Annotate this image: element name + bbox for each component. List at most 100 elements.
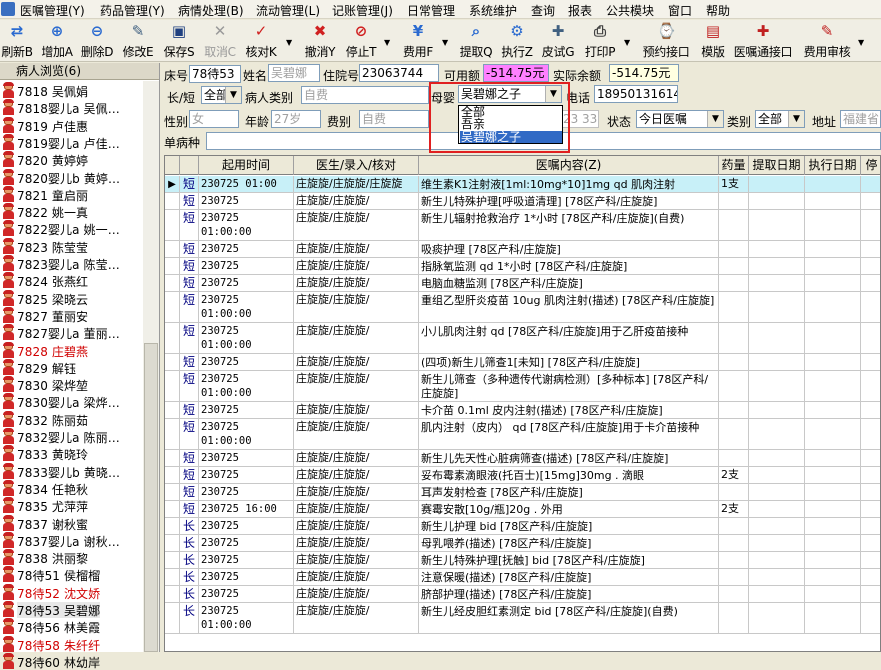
table-row[interactable]: 长230725 01:00:00庄旋旋/庄旋旋/母乳喂养(描述) [78区产科/… bbox=[165, 535, 880, 552]
patient-list-item[interactable]: 7830婴儿a 梁烨… bbox=[0, 392, 143, 410]
header-extract-date[interactable]: 提取日期 bbox=[749, 156, 805, 175]
table-row[interactable]: 短230725 01:00:00庄旋旋/庄旋旋/吸痰护理 [78区产科/庄旋旋] bbox=[165, 241, 880, 258]
patient-list-item[interactable]: 78待56 林美霞 bbox=[0, 617, 143, 635]
execute-button[interactable]: ⚙ 执行Z bbox=[500, 21, 534, 61]
patient-list-item[interactable]: 7822 姚一真 bbox=[0, 202, 143, 220]
header-order-content[interactable]: 医嘱内容(Z) bbox=[419, 156, 719, 175]
patient-list-item[interactable]: 78待58 朱纤纤 bbox=[0, 635, 143, 653]
chevron-down-icon[interactable]: ▼ bbox=[707, 111, 723, 127]
patient-list-item[interactable]: 7822婴儿a 姚一… bbox=[0, 219, 143, 237]
menu-window[interactable]: 窗口 bbox=[668, 2, 692, 19]
patient-list-item[interactable]: 7819婴儿a 卢佳… bbox=[0, 133, 143, 151]
table-row[interactable]: 短 230725 01:00:00 庄旋旋/庄旋旋/新生儿辐射抢救治疗 1*小时 [… bbox=[165, 210, 880, 241]
patient-list-item[interactable]: 7823婴儿a 陈莹… bbox=[0, 254, 143, 272]
extract-button[interactable]: ⌕ 提取Q bbox=[458, 21, 494, 61]
patient-list-item[interactable]: 7818 吴佩娟 bbox=[0, 81, 143, 99]
table-row[interactable]: 短230725 01:00:00庄旋旋/庄旋旋/电脑血糖监测 [78区产科/庄旋… bbox=[165, 275, 880, 292]
patient-list-item[interactable]: 7833婴儿b 黄晓… bbox=[0, 462, 143, 480]
patient-list-item[interactable]: 7825 梁晓云 bbox=[0, 289, 143, 307]
patient-list-item[interactable]: 7837 谢秋蜜 bbox=[0, 514, 143, 532]
patient-list-item[interactable]: 7820 黄婷婷 bbox=[0, 150, 143, 168]
menu-query[interactable]: 查询 bbox=[531, 2, 555, 19]
table-row[interactable]: 短 230725 01:00:00 庄旋旋/庄旋旋/肌内注射（皮内） qd [78区… bbox=[165, 419, 880, 450]
gender-field[interactable]: 女 bbox=[189, 110, 239, 128]
fee-button[interactable]: ¥ 费用F bbox=[400, 21, 436, 61]
patient-list-item[interactable]: 7832婴儿a 陈丽… bbox=[0, 427, 143, 445]
delete-button[interactable]: ⊖ 删除D bbox=[80, 21, 114, 61]
table-row[interactable]: 长 230725 01:00:00 庄旋旋/庄旋旋/新生儿经皮胆红素测定 bid [… bbox=[165, 603, 880, 634]
menu-daily-management[interactable]: 日常管理 bbox=[407, 2, 455, 19]
table-row[interactable]: 短 230725 16:00 庄旋旋/庄旋旋/赛霉安散[10g/瓶]20g . 外用… bbox=[165, 501, 880, 518]
table-row[interactable]: 短230725 01:00:00庄旋旋/庄旋旋/卡介苗 0.1ml 皮内注射(描… bbox=[165, 402, 880, 419]
table-row[interactable]: 短230725 01:00:00庄旋旋/庄旋旋/指脉氧监测 qd 1*小时 [7… bbox=[165, 258, 880, 275]
chevron-down-icon[interactable]: ▼ bbox=[788, 111, 804, 127]
table-row[interactable]: 短 230725 01:00:00 庄旋旋/庄旋旋/重组乙型肝炎疫苗 10ug 肌肉… bbox=[165, 292, 880, 323]
table-row[interactable]: 长230725 01:00:00庄旋旋/庄旋旋/注意保暖(描述) [78区产科/… bbox=[165, 569, 880, 586]
menu-help[interactable]: 帮助 bbox=[706, 2, 730, 19]
menu-flow-management[interactable]: 流动管理(L) bbox=[256, 2, 320, 19]
menu-drug-management[interactable]: 药品管理(Y) bbox=[100, 2, 165, 19]
patient-list-item[interactable]: 7828 庄碧燕 bbox=[0, 341, 143, 359]
order-interface-button[interactable]: ✚ 医嘱通接口 bbox=[732, 21, 794, 61]
patient-list-item[interactable]: 78待51 侯榴榴 bbox=[0, 565, 143, 583]
table-row[interactable]: 短230725 01:00:00庄旋旋/庄旋旋/新生儿先天性心脏病筛查(描述) … bbox=[165, 450, 880, 467]
check-button[interactable]: ✓ 核对K bbox=[244, 21, 278, 61]
header-quantity[interactable]: 药量 bbox=[719, 156, 749, 175]
header-start-time[interactable]: 起用时间 bbox=[199, 156, 294, 175]
fee-audit-button[interactable]: ✎ 费用审核 bbox=[800, 21, 854, 61]
chevron-down-icon[interactable]: ▼ bbox=[225, 87, 241, 103]
patient-list-item[interactable]: 7833 黄晓玲 bbox=[0, 444, 143, 462]
print-dropdown-arrow[interactable]: ▼ bbox=[624, 38, 630, 47]
table-row[interactable]: 长230725 01:00:00庄旋旋/庄旋旋/脐部护理(描述) [78区产科/… bbox=[165, 586, 880, 603]
table-row[interactable]: 长230725 01:00:00庄旋旋/庄旋旋/新生儿特殊护理[抚触] bid … bbox=[165, 552, 880, 569]
header-stop[interactable]: 停 bbox=[861, 156, 880, 175]
patient-list-item[interactable]: 7837婴儿a 谢秋… bbox=[0, 531, 143, 549]
patient-list-item[interactable]: 7821 童启丽 bbox=[0, 185, 143, 203]
long-short-select[interactable]: 全部 ▼ bbox=[201, 86, 242, 104]
menu-system-maintenance[interactable]: 系统维护 bbox=[469, 2, 517, 19]
patient-list-item[interactable]: 7827婴儿a 董丽… bbox=[0, 323, 143, 341]
patient-list-item[interactable]: 7827 董丽安 bbox=[0, 306, 143, 324]
table-row[interactable]: 短 230725 01:00:00 庄旋旋/庄旋旋/新生儿筛查（多种遗传代谢病检测）… bbox=[165, 371, 880, 402]
stop-dropdown-arrow[interactable]: ▼ bbox=[384, 38, 390, 47]
fee-type-field[interactable]: 自费 bbox=[359, 110, 429, 128]
scrollbar-thumb[interactable] bbox=[144, 343, 158, 652]
name-field[interactable]: 吴碧娜 bbox=[268, 64, 320, 82]
patient-list-item[interactable]: 7818婴儿a 吴佩… bbox=[0, 98, 143, 116]
cancel-button[interactable]: ✕ 取消C bbox=[202, 21, 238, 61]
age-field[interactable]: 27岁 bbox=[271, 110, 321, 128]
fee-dropdown-arrow[interactable]: ▼ bbox=[442, 38, 448, 47]
patient-list-item[interactable]: 7820婴儿b 黄婷… bbox=[0, 168, 143, 186]
table-row[interactable]: 短230725 01:00:00庄旋旋/庄旋旋/(四项)新生儿筛查1[未知] [… bbox=[165, 354, 880, 371]
address-field[interactable]: 福建省 bbox=[840, 110, 881, 128]
status-select[interactable]: 今日医嘱 ▼ bbox=[636, 110, 724, 128]
patient-list-item[interactable]: 78待60 林幼岸 bbox=[0, 652, 143, 670]
header-execute-date[interactable]: 执行日期 bbox=[805, 156, 861, 175]
table-row[interactable]: 长230725 01:00:00庄旋旋/庄旋旋/新生儿护理 bid [78区产科… bbox=[165, 518, 880, 535]
menu-billing-management[interactable]: 记账管理(J) bbox=[332, 2, 393, 19]
patient-list-item[interactable]: 78待52 沈文娇 bbox=[0, 583, 143, 601]
patient-list-item[interactable]: 78待53 吴碧娜 bbox=[0, 600, 143, 618]
save-button[interactable]: ▣ 保存S bbox=[162, 21, 196, 61]
bed-field[interactable]: 78待53 bbox=[189, 65, 241, 83]
fee-audit-dropdown-arrow[interactable]: ▼ bbox=[858, 38, 864, 47]
category-select[interactable]: 全部 ▼ bbox=[755, 110, 805, 128]
patient-type-field[interactable]: 自费 bbox=[301, 86, 429, 104]
table-row[interactable]: 短230725 01:00:00庄旋旋/庄旋旋/耳声发射检查 [78区产科/庄旋… bbox=[165, 484, 880, 501]
skin-test-button[interactable]: ✚ 皮试G bbox=[540, 21, 576, 61]
patient-list-item[interactable]: 7838 洪丽黎 bbox=[0, 548, 143, 566]
menu-order-management[interactable]: 医嘱管理(Y) bbox=[20, 2, 85, 19]
stop-button[interactable]: ⊘ 停止T bbox=[344, 21, 378, 61]
app-icon[interactable] bbox=[1, 2, 15, 16]
inpatient-no-field[interactable]: 23063744 bbox=[359, 64, 439, 82]
phone-field[interactable]: 18950131614 bbox=[594, 85, 678, 103]
edit-button[interactable]: ✎ 修改E bbox=[120, 21, 156, 61]
menu-public-modules[interactable]: 公共模块 bbox=[606, 2, 654, 19]
refresh-button[interactable]: ⇄ 刷新B bbox=[0, 21, 34, 61]
patient-list-item[interactable]: 7819 卢佳惠 bbox=[0, 116, 143, 134]
undo-button[interactable]: ✖ 撤消Y bbox=[302, 21, 338, 61]
table-row[interactable]: ▶ 短 230725 01:00 庄旋旋/庄旋旋/庄旋旋 维生素K1注射液[1ml:10… bbox=[165, 176, 880, 193]
check-dropdown-arrow[interactable]: ▼ bbox=[286, 38, 292, 47]
patient-list-item[interactable]: 7832 陈丽茹 bbox=[0, 410, 143, 428]
patient-list-item[interactable]: 7835 尤萍萍 bbox=[0, 496, 143, 514]
